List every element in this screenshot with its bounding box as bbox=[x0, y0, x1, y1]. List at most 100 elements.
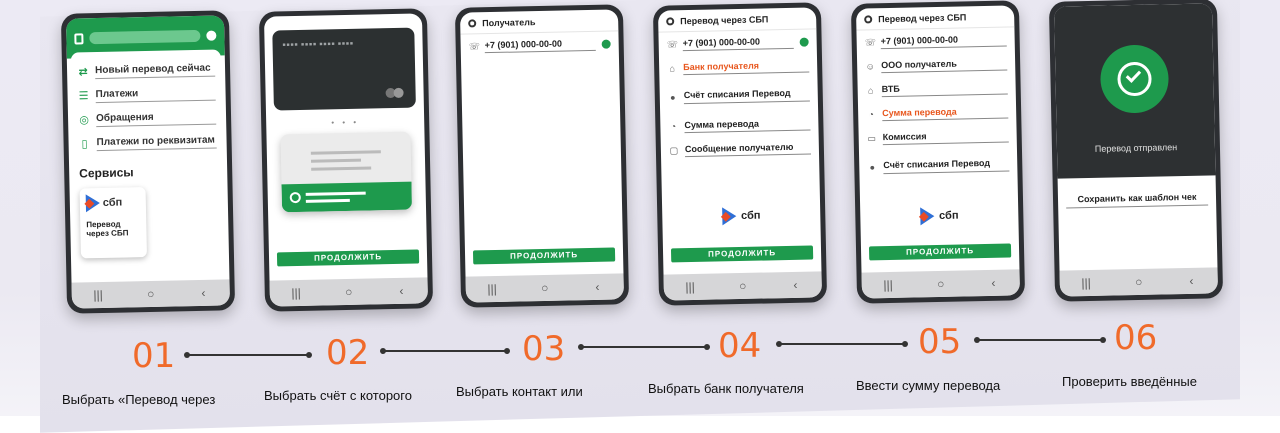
screen-title: Перевод через СБП bbox=[878, 11, 967, 24]
circle-nav-icon[interactable]: ○ bbox=[931, 277, 951, 291]
square-nav-icon[interactable]: ||| bbox=[878, 278, 898, 292]
save-template-link[interactable]: Сохранить как шаблон чек bbox=[1065, 191, 1209, 209]
back-nav-icon[interactable]: ‹ bbox=[587, 280, 607, 294]
back-icon[interactable] bbox=[468, 18, 477, 28]
android-navbar: ||| ○ ‹ bbox=[1059, 267, 1219, 297]
back-icon[interactable] bbox=[864, 14, 873, 24]
account-icon: ● bbox=[669, 92, 676, 103]
step-number-2: 02 bbox=[326, 333, 370, 373]
sbp-logo-text: сбп bbox=[102, 196, 123, 209]
sbp-logo-icon bbox=[85, 194, 101, 213]
phone-number-field[interactable]: ☏ +7 (901) 000-00-00 bbox=[460, 31, 618, 58]
dark-bank-card[interactable]: ■■■■ ■■■■ ■■■■ ■■■■ bbox=[272, 27, 416, 111]
step-connector bbox=[184, 352, 312, 358]
phone-step-5: Перевод через СБП ☏ +7 (901) 000-00-00 ☺… bbox=[850, 0, 1026, 304]
step-caption-2: Выбрать счёт с которого bbox=[264, 388, 412, 403]
commission-field-label: Комиссия bbox=[882, 129, 1009, 145]
person-icon: ☺ bbox=[865, 61, 875, 72]
back-nav-icon[interactable]: ‹ bbox=[193, 286, 213, 300]
success-title: Перевод отправлен bbox=[1094, 142, 1178, 154]
amount-field[interactable]: ◔ Сумма перевода bbox=[858, 99, 1016, 126]
menu-item-new-transfer[interactable]: ⇄ Новый перевод сейчас bbox=[77, 58, 216, 85]
phone-screen: Получатель ☏ +7 (901) 000-00-00 ПРОДОЛЖИ… bbox=[459, 9, 625, 303]
continue-button[interactable]: ПРОДОЛЖИТЬ bbox=[868, 243, 1012, 261]
sbp-logo-icon bbox=[919, 207, 935, 226]
money-icon: ◔ bbox=[670, 121, 677, 132]
circle-nav-icon[interactable]: ○ bbox=[1129, 275, 1149, 289]
phone-icon: ☏ bbox=[666, 38, 679, 50]
back-nav-icon[interactable]: ‹ bbox=[391, 284, 411, 298]
step-number-6: 06 bbox=[1114, 318, 1158, 358]
success-panel: Перевод отправлен bbox=[1053, 3, 1216, 179]
circle-nav-icon[interactable]: ○ bbox=[141, 287, 161, 301]
square-nav-icon[interactable]: ||| bbox=[680, 280, 700, 294]
phone-icon: ☏ bbox=[864, 36, 877, 48]
step-connector bbox=[974, 337, 1106, 343]
menu-item-requisites[interactable]: ▯ Платежи по реквизитам bbox=[78, 130, 217, 157]
phone-number-value: +7 (901) 000-00-00 bbox=[484, 37, 596, 53]
circle-nav-icon[interactable]: ○ bbox=[535, 281, 555, 295]
circle-nav-icon[interactable]: ○ bbox=[733, 279, 753, 293]
android-navbar: ||| ○ ‹ bbox=[861, 269, 1021, 299]
phone-number-field[interactable]: ☏ +7 (901) 000-00-00 bbox=[658, 29, 816, 56]
menu-sheet: ⇄ Новый перевод сейчас ☰ Платежи ◎ Обращ… bbox=[70, 49, 226, 279]
square-nav-icon[interactable]: ||| bbox=[88, 288, 108, 302]
message-field[interactable]: ▢ Сообщение получателю bbox=[661, 135, 819, 162]
android-navbar: ||| ○ ‹ bbox=[465, 273, 625, 303]
sbp-logo-text: сбп bbox=[740, 209, 761, 222]
phone-number-value: +7 (901) 000-00-00 bbox=[682, 35, 794, 51]
phone-screen: Перевод через СБП ☏ +7 (901) 000-00-00 ⌂… bbox=[657, 7, 823, 301]
step-caption-6: Проверить введённые bbox=[1062, 374, 1197, 389]
profile-icon[interactable] bbox=[206, 30, 217, 41]
bank-field[interactable]: ⌂ ВТБ bbox=[857, 75, 1015, 102]
menu-item-requests[interactable]: ◎ Обращения bbox=[78, 106, 217, 133]
message-icon: ▢ bbox=[669, 144, 679, 155]
sbp-logo-icon bbox=[721, 207, 737, 226]
payments-icon: ☰ bbox=[78, 90, 89, 103]
recipient-field[interactable]: ☺ ООО получатель bbox=[857, 51, 1015, 78]
light-bank-card[interactable] bbox=[280, 131, 413, 213]
square-nav-icon[interactable]: ||| bbox=[482, 282, 502, 296]
phone-screen: ⇄ Новый перевод сейчас ☰ Платежи ◎ Обращ… bbox=[65, 15, 231, 309]
menu-item-label: Платежи bbox=[95, 86, 216, 104]
step-number-1: 01 bbox=[132, 336, 176, 376]
circle-nav-icon[interactable]: ○ bbox=[339, 285, 359, 299]
account-field-label: Счёт списания Перевод bbox=[683, 87, 810, 105]
continue-button[interactable]: ПРОДОЛЖИТЬ bbox=[670, 245, 814, 263]
continue-button[interactable]: ПРОДОЛЖИТЬ bbox=[472, 247, 616, 265]
step-caption-5: Ввести сумму перевода bbox=[856, 378, 1001, 393]
amount-field[interactable]: ◔ Сумма перевода bbox=[660, 111, 818, 138]
continue-button[interactable]: ПРОДОЛЖИТЬ bbox=[276, 249, 420, 267]
menu-item-payments[interactable]: ☰ Платежи bbox=[77, 82, 216, 109]
bank-icon: ⌂ bbox=[669, 63, 676, 74]
back-nav-icon[interactable]: ‹ bbox=[785, 278, 805, 292]
square-nav-icon[interactable]: ||| bbox=[1076, 276, 1096, 290]
menu-item-label: Новый перевод сейчас bbox=[94, 62, 216, 80]
step-caption-1: Выбрать «Перевод через bbox=[62, 392, 216, 407]
step-number-5: 05 bbox=[918, 322, 962, 362]
lock-icon bbox=[74, 32, 84, 45]
account-field[interactable]: ● Счёт списания Перевод bbox=[859, 147, 1018, 184]
android-navbar: ||| ○ ‹ bbox=[663, 271, 823, 301]
sbp-logo: сбп bbox=[662, 205, 820, 226]
sbp-service-tile[interactable]: сбп Перевод через СБП bbox=[79, 187, 147, 259]
phone-number-field[interactable]: ☏ +7 (901) 000-00-00 bbox=[856, 27, 1014, 54]
back-nav-icon[interactable]: ‹ bbox=[983, 276, 1003, 290]
step-connector bbox=[776, 341, 908, 347]
bank-field[interactable]: ⌂ Банк получателя bbox=[659, 53, 817, 80]
sbp-tile-caption: Перевод через СБП bbox=[86, 219, 129, 239]
step-number-3: 03 bbox=[522, 329, 566, 369]
recipient-field-label: ООО получатель bbox=[881, 57, 1008, 73]
square-nav-icon[interactable]: ||| bbox=[286, 286, 306, 300]
search-pill[interactable] bbox=[89, 29, 201, 45]
account-field[interactable]: ● Счёт списания Перевод bbox=[659, 77, 818, 114]
back-icon[interactable] bbox=[666, 16, 675, 26]
contacts-icon[interactable] bbox=[799, 37, 809, 47]
contacts-icon[interactable] bbox=[601, 39, 611, 49]
commission-field[interactable]: ▭ Комиссия bbox=[858, 123, 1016, 150]
bank-icon: ⌂ bbox=[867, 85, 874, 96]
back-nav-icon[interactable]: ‹ bbox=[1181, 274, 1201, 288]
step-caption-3: Выбрать контакт или bbox=[456, 384, 583, 399]
step-number-4: 04 bbox=[718, 326, 762, 366]
menu-item-label: Платежи по реквизитам bbox=[96, 134, 217, 152]
